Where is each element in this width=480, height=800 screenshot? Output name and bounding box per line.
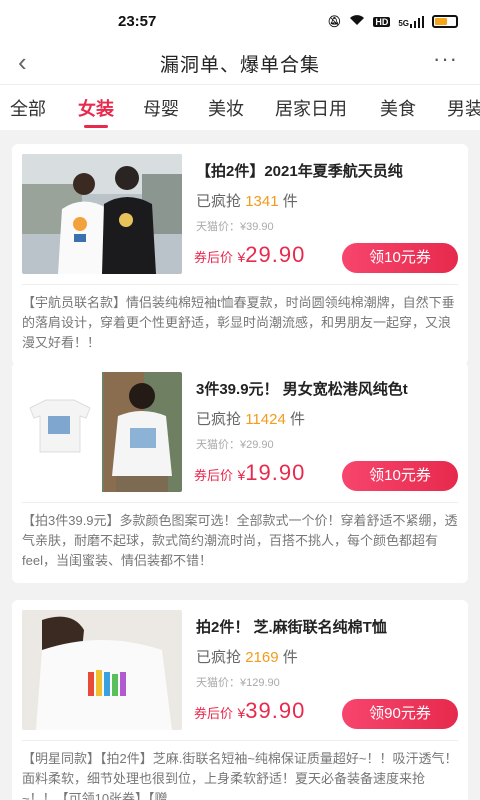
sold-suffix: 件 (282, 193, 298, 210)
hd-icon: HD (373, 16, 391, 27)
category-tabs: 全部 女装 母婴 美妆 居家日用 美食 男装 (0, 84, 480, 130)
tab-baby[interactable]: 母婴 (143, 95, 179, 121)
tab-all[interactable]: 全部 (10, 95, 46, 121)
product-image[interactable] (22, 154, 182, 274)
product-title[interactable]: 拍2件！ 芝.麻街联名纯棉T恤 (196, 616, 458, 637)
tab-food[interactable]: 美食 (380, 95, 416, 121)
battery-icon (432, 15, 458, 28)
original-price: 天猫价：¥39.90 (196, 221, 274, 233)
tab-mens-wear[interactable]: 男装 (447, 95, 480, 121)
price-amount: 39.90 (245, 698, 306, 723)
nav-bar: ‹ 漏洞单、爆单合集 ··· (0, 44, 480, 84)
sold-prefix: 已疯抢 (196, 411, 242, 428)
product-image[interactable] (22, 610, 182, 730)
sold-count: 已疯抢 2169 件 (196, 646, 298, 667)
price-amount: 29.90 (245, 242, 306, 267)
coupon-price: 券后价 ¥29.90 (194, 242, 305, 268)
sold-number: 11424 (245, 411, 286, 428)
coupon-price: 券后价 ¥39.90 (194, 698, 305, 724)
get-coupon-button[interactable]: 领10元券 (342, 461, 458, 491)
original-price: 天猫价：¥129.90 (196, 677, 280, 689)
product-description: 【明星同款】【拍2件】芝麻.街联名短袖~纯棉保证质量超好~！！吸汗透气！面料柔软… (22, 740, 458, 800)
status-icons: 🔕︎ HD 5G (327, 14, 458, 29)
mute-icon: 🔕︎ (327, 16, 342, 28)
battery-level (435, 18, 447, 25)
product-card[interactable]: 拍2件！ 芝.麻街联名纯棉T恤 已疯抢 2169 件 天猫价：¥129.90 券… (12, 600, 468, 800)
coupon-price: 券后价 ¥19.90 (194, 460, 305, 486)
sold-suffix: 件 (282, 649, 298, 666)
status-time: 23:57 (118, 13, 157, 30)
price-label: 券后价 (194, 250, 234, 265)
sold-prefix: 已疯抢 (196, 649, 242, 666)
sold-count: 已疯抢 1341 件 (196, 190, 298, 211)
get-coupon-button[interactable]: 领90元券 (342, 699, 458, 729)
tab-womens-wear[interactable]: 女装 (78, 95, 114, 121)
product-description: 【拍3件39.9元】多款颜色图案可选！全部款式一个价！穿着舒适不紧绷，透气亲肤，… (22, 502, 458, 583)
tab-beauty[interactable]: 美妆 (208, 95, 244, 121)
product-image[interactable] (22, 372, 182, 492)
sold-prefix: 已疯抢 (196, 193, 242, 210)
price-label: 券后价 (194, 468, 234, 483)
product-title[interactable]: 【拍2件】2021年夏季航天员纯 (196, 160, 458, 181)
wifi-icon (349, 14, 365, 29)
sold-count: 已疯抢 11424 件 (196, 408, 305, 429)
product-card[interactable]: 3件39.9元！ 男女宽松港风纯色t 已疯抢 11424 件 天猫价：¥29.9… (12, 362, 468, 583)
product-description: 【宇航员联名款】情侣装纯棉短袖t恤春夏款，时尚圆领纯棉潮牌，自然下垂的落肩设计，… (22, 284, 458, 365)
sold-suffix: 件 (289, 411, 305, 428)
status-bar: 23:57 🔕︎ HD 5G (0, 0, 480, 44)
product-list[interactable]: 【拍2件】2021年夏季航天员纯 已疯抢 1341 件 天猫价：¥39.90 券… (0, 130, 480, 800)
get-coupon-button[interactable]: 领10元券 (342, 243, 458, 273)
price-label: 券后价 (194, 706, 234, 721)
page-title: 漏洞单、爆单合集 (159, 55, 320, 76)
more-options-icon[interactable]: ··· (433, 46, 458, 72)
product-title[interactable]: 3件39.9元！ 男女宽松港风纯色t (196, 378, 458, 399)
price-amount: 19.90 (245, 460, 306, 485)
network-type-label: 5G (398, 18, 409, 28)
sold-number: 2169 (245, 649, 279, 666)
tab-home[interactable]: 居家日用 (275, 95, 347, 121)
product-card[interactable]: 【拍2件】2021年夏季航天员纯 已疯抢 1341 件 天猫价：¥39.90 券… (12, 144, 468, 365)
original-price: 天猫价：¥29.90 (196, 439, 274, 451)
signal-icon: 5G (398, 15, 424, 28)
active-tab-indicator (84, 125, 108, 128)
sold-number: 1341 (245, 193, 279, 210)
